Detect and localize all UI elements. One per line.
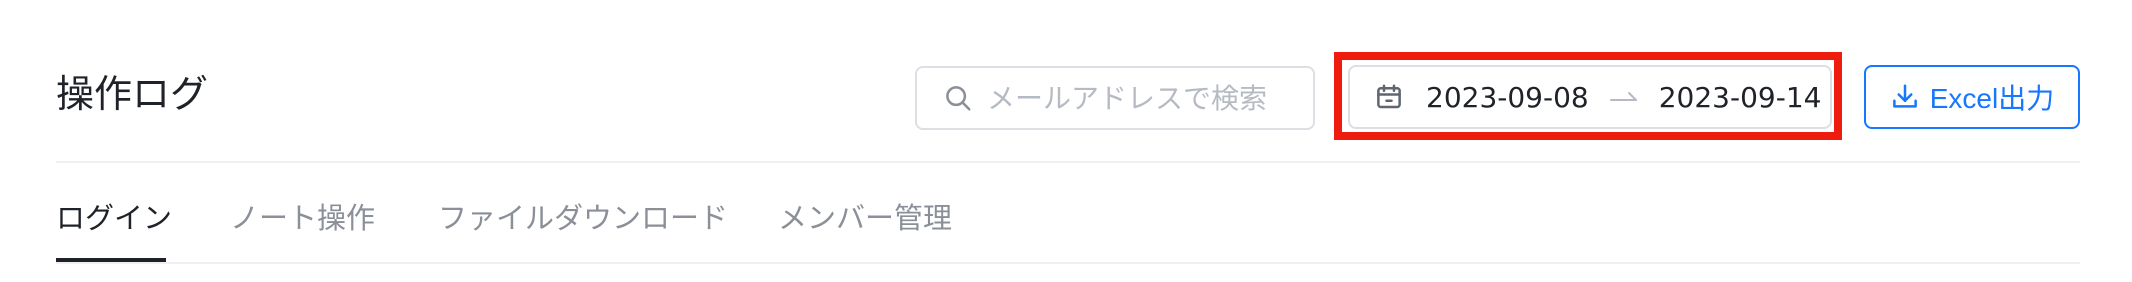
tab-member-management[interactable]: メンバー管理 <box>778 196 952 240</box>
date-range-start[interactable]: 2023-09-08 <box>1426 81 1589 114</box>
search-icon <box>946 86 971 111</box>
download-icon <box>1892 84 1917 108</box>
tabs-divider <box>56 262 2080 264</box>
arrow-right-icon <box>1609 92 1637 101</box>
tab-note-operations[interactable]: ノート操作 <box>230 196 375 240</box>
excel-export-label: Excel出力 <box>1929 83 2055 114</box>
date-range-end[interactable]: 2023-09-14 <box>1659 81 1822 114</box>
search-box[interactable] <box>915 66 1315 130</box>
calendar-icon <box>1377 84 1401 109</box>
page-title: 操作ログ <box>56 72 209 116</box>
header-divider <box>56 161 2080 163</box>
tab-login[interactable]: ログイン <box>56 196 172 240</box>
date-range-picker[interactable]: 2023-09-08 2023-09-14 <box>1348 65 1832 129</box>
search-input[interactable] <box>987 78 1287 118</box>
excel-export-button[interactable]: Excel出力 <box>1864 65 2080 129</box>
tab-file-download[interactable]: ファイルダウンロード <box>438 196 728 240</box>
